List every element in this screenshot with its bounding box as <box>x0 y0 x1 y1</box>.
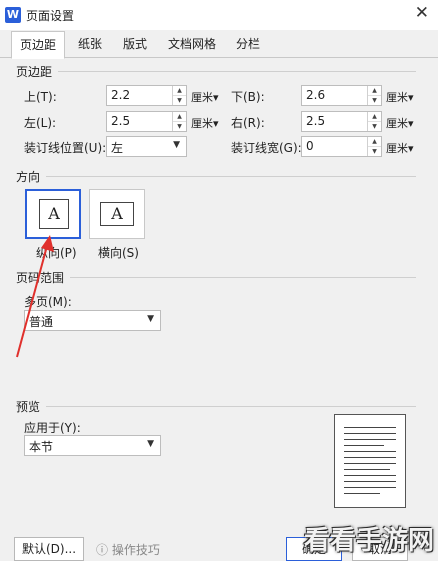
tab-paper[interactable]: 纸张 <box>70 33 110 56</box>
gutter-position-select[interactable]: 左 ▼ <box>106 136 187 157</box>
preview-section-title: 预览 <box>16 400 41 414</box>
gutter-position-label: 装订线位置(U): <box>24 141 107 155</box>
portrait-page-icon: A <box>39 199 69 229</box>
increment-icon[interactable]: ▲ <box>368 137 381 147</box>
landscape-option[interactable]: A <box>89 189 145 239</box>
tips-link[interactable]: ⓘ 操作技巧 <box>96 541 160 558</box>
left-unit-dropdown[interactable]: 厘米▾ <box>191 115 219 131</box>
divider <box>46 176 416 177</box>
top-unit-dropdown[interactable]: 厘米▾ <box>191 89 219 105</box>
right-margin-label: 右(R): <box>231 116 265 130</box>
tab-document-grid[interactable]: 文档网格 <box>160 33 224 56</box>
increment-icon[interactable]: ▲ <box>368 86 381 96</box>
margins-section-title: 页边距 <box>16 65 53 79</box>
default-button[interactable]: 默认(D)... <box>14 537 84 561</box>
top-margin-input[interactable]: 2.2 ▲ ▼ <box>106 85 187 106</box>
decrement-icon[interactable]: ▼ <box>368 96 381 105</box>
right-unit-dropdown[interactable]: 厘米▾ <box>386 115 414 131</box>
increment-icon[interactable]: ▲ <box>173 86 186 96</box>
dialog-title: 页面设置 <box>26 9 75 23</box>
increment-icon[interactable]: ▲ <box>173 112 186 122</box>
gutter-unit-dropdown[interactable]: 厘米▾ <box>386 140 414 156</box>
chevron-down-icon: ▼ <box>173 140 180 150</box>
wps-writer-icon: W <box>5 7 21 23</box>
apply-to-label: 应用于(Y): <box>24 421 81 435</box>
watermark-text: 看看手游网 <box>303 526 434 556</box>
decrement-icon[interactable]: ▼ <box>368 147 381 156</box>
orientation-section-title: 方向 <box>16 170 41 184</box>
tab-margins[interactable]: 页边距 <box>11 31 66 59</box>
tab-columns[interactable]: 分栏 <box>228 33 268 56</box>
close-icon[interactable]: ✕ <box>415 3 429 23</box>
increment-icon[interactable]: ▲ <box>368 112 381 122</box>
tab-layout[interactable]: 版式 <box>115 33 155 56</box>
bottom-margin-input[interactable]: 2.6 ▲ ▼ <box>301 85 382 106</box>
landscape-label[interactable]: 横向(S) <box>98 244 139 261</box>
decrement-icon[interactable]: ▼ <box>173 122 186 131</box>
apply-to-select[interactable]: 本节 ▼ <box>24 435 161 456</box>
page-preview <box>334 414 406 508</box>
help-circle-icon: ⓘ <box>96 543 109 557</box>
decrement-icon[interactable]: ▼ <box>368 122 381 131</box>
divider <box>70 277 416 278</box>
divider <box>46 406 416 407</box>
landscape-page-icon: A <box>100 202 134 226</box>
gutter-width-label: 装订线宽(G): <box>231 141 302 155</box>
bottom-unit-dropdown[interactable]: 厘米▾ <box>386 89 414 105</box>
annotation-arrow-icon <box>16 235 54 358</box>
chevron-down-icon: ▼ <box>147 439 154 449</box>
chevron-down-icon: ▼ <box>147 314 154 324</box>
divider <box>58 71 416 72</box>
right-margin-input[interactable]: 2.5 ▲ ▼ <box>301 111 382 132</box>
left-margin-label: 左(L): <box>24 116 57 130</box>
gutter-width-input[interactable]: 0 ▲ ▼ <box>301 136 382 157</box>
bottom-margin-label: 下(B): <box>231 90 265 104</box>
left-margin-input[interactable]: 2.5 ▲ ▼ <box>106 111 187 132</box>
decrement-icon[interactable]: ▼ <box>173 96 186 105</box>
top-margin-label: 上(T): <box>24 90 57 104</box>
